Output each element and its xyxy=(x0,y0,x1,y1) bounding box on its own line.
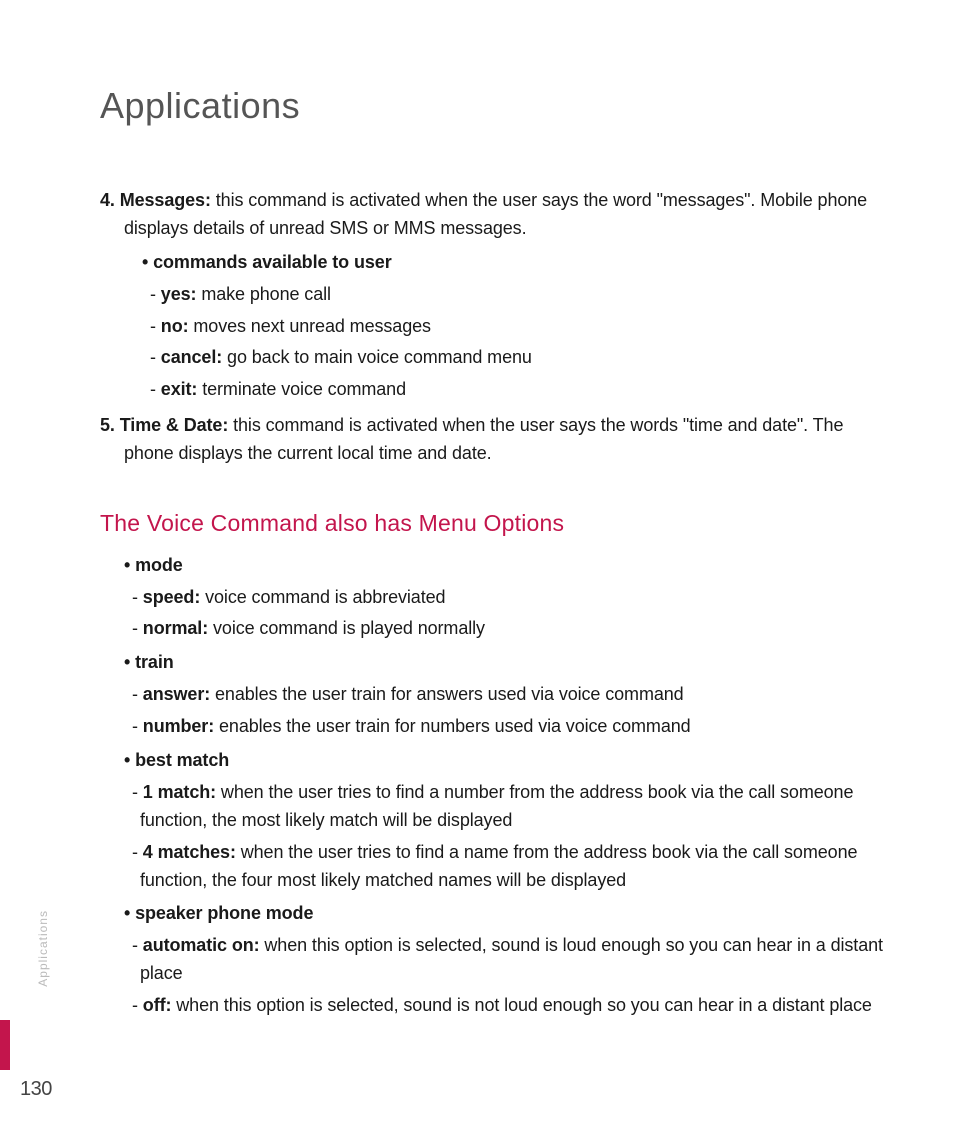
speaker-off: - off: when this option is selected, sou… xyxy=(100,992,884,1020)
page-number: 130 xyxy=(20,1078,52,1101)
sub-label: exit: xyxy=(161,379,198,399)
sub-label: cancel: xyxy=(161,347,222,367)
sub-label: yes: xyxy=(161,284,197,304)
side-section-label: Applications xyxy=(36,910,50,987)
speaker-auto: - automatic on: when this option is sele… xyxy=(100,932,884,988)
bestmatch-1: - 1 match: when the user tries to find a… xyxy=(100,779,884,835)
item-label: Messages: xyxy=(120,190,211,210)
page-title: Applications xyxy=(100,85,884,127)
item-number: 5. xyxy=(100,415,120,435)
sub-yes: - yes: make phone call xyxy=(100,281,884,309)
sub-text: when the user tries to find a number fro… xyxy=(140,782,853,830)
sub-label: number: xyxy=(143,716,214,736)
sub-cancel: - cancel: go back to main voice command … xyxy=(100,344,884,372)
page: Applications 4. Messages: this command i… xyxy=(0,0,954,1147)
sub-label: off: xyxy=(143,995,172,1015)
bestmatch-4: - 4 matches: when the user tries to find… xyxy=(100,839,884,895)
mode-speed: - speed: voice command is abbreviated xyxy=(100,584,884,612)
train-answer: - answer: enables the user train for ans… xyxy=(100,681,884,709)
item-timedate: 5. Time & Date: this command is activate… xyxy=(100,412,884,468)
menu-train: train xyxy=(100,649,884,677)
sub-no: - no: moves next unread messages xyxy=(100,313,884,341)
sub-text: go back to main voice command menu xyxy=(222,347,532,367)
sub-text: terminate voice command xyxy=(197,379,406,399)
item-text: this command is activated when the user … xyxy=(124,415,843,463)
sub-label: no: xyxy=(161,316,189,336)
item-label: Time & Date: xyxy=(120,415,229,435)
sub-text: when this option is selected, sound is n… xyxy=(171,995,871,1015)
sub-exit: - exit: terminate voice command xyxy=(100,376,884,404)
item-number: 4. xyxy=(100,190,120,210)
sub-label: normal: xyxy=(143,618,208,638)
sub-text: enables the user train for answers used … xyxy=(210,684,683,704)
sub-text: make phone call xyxy=(196,284,330,304)
sub-label: answer: xyxy=(143,684,210,704)
menu-speaker: speaker phone mode xyxy=(100,900,884,928)
item-messages: 4. Messages: this command is activated w… xyxy=(100,187,884,243)
sub-label: 4 matches: xyxy=(143,842,236,862)
sub-label: automatic on: xyxy=(143,935,260,955)
sub-text: enables the user train for numbers used … xyxy=(214,716,690,736)
sub-text: when the user tries to find a name from … xyxy=(140,842,857,890)
sub-text: moves next unread messages xyxy=(188,316,430,336)
mode-normal: - normal: voice command is played normal… xyxy=(100,615,884,643)
train-number: - number: enables the user train for num… xyxy=(100,713,884,741)
sub-text: voice command is played normally xyxy=(208,618,485,638)
body-content: 4. Messages: this command is activated w… xyxy=(100,187,884,1020)
accent-bar xyxy=(0,1020,10,1070)
sub-label: speed: xyxy=(143,587,200,607)
menu-mode: mode xyxy=(100,552,884,580)
sub-label: 1 match: xyxy=(143,782,216,802)
item-text: this command is activated when the user … xyxy=(124,190,867,238)
sub-heading-commands: commands available to user xyxy=(100,249,884,277)
menu-bestmatch: best match xyxy=(100,747,884,775)
sub-text: voice command is abbreviated xyxy=(200,587,445,607)
section-heading: The Voice Command also has Menu Options xyxy=(100,506,884,542)
